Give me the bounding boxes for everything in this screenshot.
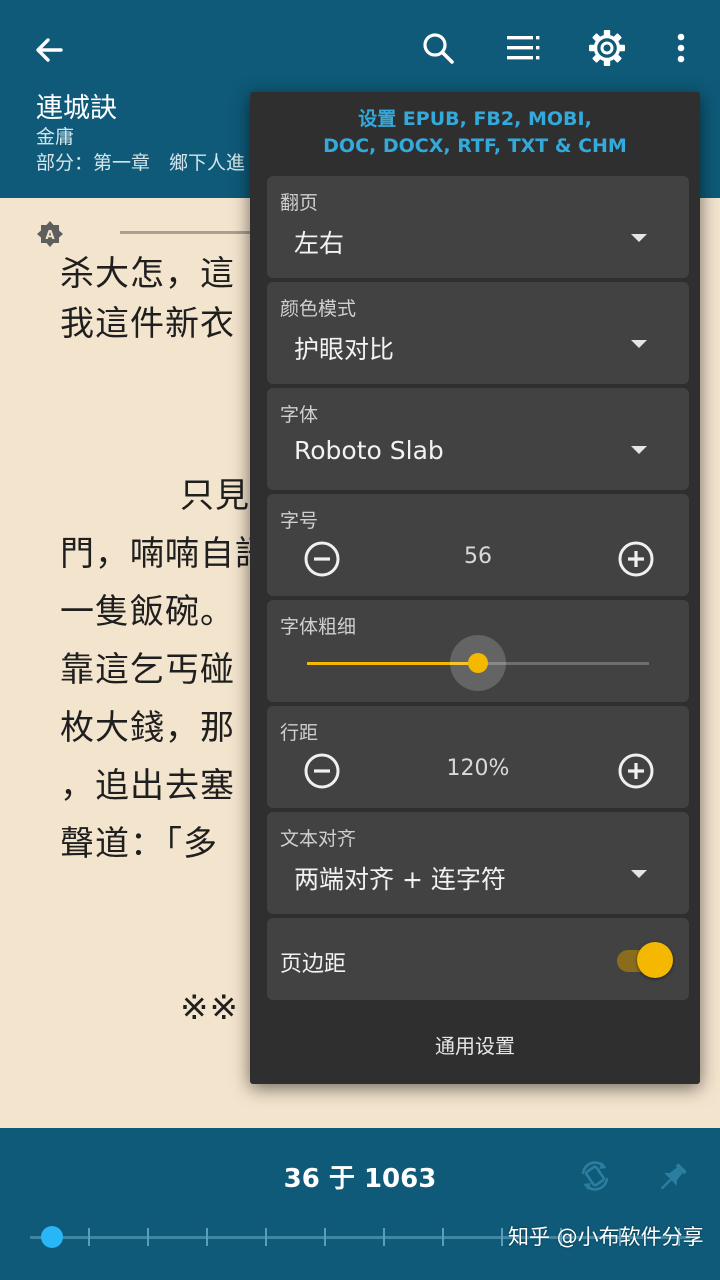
dropdown-arrow-icon <box>631 870 647 878</box>
color-mode-label: 颜色模式 <box>280 298 357 320</box>
line-spacing-setting: 行距 120% <box>267 706 689 808</box>
gear-icon[interactable] <box>583 24 631 72</box>
increase-line-spacing-button[interactable] <box>617 752 655 790</box>
settings-header-line: DOC, DOCX, RTF, TXT & CHM <box>323 135 627 157</box>
font-size-setting: 字号 56 <box>267 494 689 596</box>
settings-header: 设置 EPUB, FB2, MOBI, DOC, DOCX, RTF, TXT … <box>250 106 700 160</box>
text-align-label: 文本对齐 <box>280 828 357 850</box>
bottom-bar: 36 于 1063 知乎 @小布软件分享 <box>0 1128 720 1280</box>
table-of-contents-icon[interactable] <box>499 24 547 72</box>
book-author: 金庸 <box>36 126 75 148</box>
progress-tick <box>147 1228 149 1246</box>
font-size-label: 字号 <box>280 510 319 532</box>
general-settings-button[interactable]: 通用设置 <box>250 1030 700 1059</box>
svg-text:A: A <box>45 228 55 242</box>
font-weight-label: 字体粗细 <box>280 616 357 638</box>
increase-font-size-button[interactable] <box>617 540 655 578</box>
font-setting[interactable]: 字体 Roboto Slab <box>267 388 689 490</box>
text-align-setting[interactable]: 文本对齐 两端对齐 + 连字符 <box>267 812 689 914</box>
progress-tick <box>324 1228 326 1246</box>
color-mode-setting[interactable]: 颜色模式 护眼对比 <box>267 282 689 384</box>
font-label: 字体 <box>280 404 319 426</box>
text-line: 聲道：「多 <box>60 824 218 864</box>
text-align-value: 两端对齐 + 连字符 <box>294 865 506 894</box>
progress-tick <box>501 1228 503 1246</box>
rotate-screen-icon[interactable] <box>571 1152 619 1200</box>
text-line: 我這件新衣 <box>60 304 235 344</box>
text-line: 一隻飯碗。 <box>60 592 235 632</box>
settings-header-line: 设置 EPUB, FB2, MOBI, <box>358 108 592 130</box>
dropdown-arrow-icon <box>631 340 647 348</box>
text-line: ，追出去塞 <box>60 766 235 806</box>
pin-icon[interactable] <box>648 1154 696 1202</box>
back-arrow-icon[interactable] <box>25 26 73 74</box>
font-weight-setting: 字体粗细 <box>267 600 689 702</box>
margins-toggle-knob[interactable] <box>637 942 673 978</box>
auto-brightness-icon[interactable]: A <box>36 220 64 248</box>
margins-setting[interactable]: 页边距 <box>267 918 689 1000</box>
progress-tick <box>442 1228 444 1246</box>
text-line: 枚大錢，那 <box>60 708 235 748</box>
watermark: 知乎 @小布软件分享 <box>508 1225 704 1249</box>
text-line: 門，喃喃自語 <box>60 534 270 574</box>
progress-tick <box>265 1228 267 1246</box>
page-turn-value: 左右 <box>294 229 345 258</box>
settings-popup: 设置 EPUB, FB2, MOBI, DOC, DOCX, RTF, TXT … <box>250 92 700 1084</box>
text-line: 只見 <box>180 476 250 516</box>
progress-thumb[interactable] <box>41 1226 64 1248</box>
book-title: 連城訣 <box>36 93 117 124</box>
font-weight-slider-thumb[interactable] <box>468 653 488 673</box>
chapter-title: 部分：第一章 鄉下人進 <box>36 152 246 174</box>
dropdown-arrow-icon <box>631 234 647 242</box>
page-turn-setting[interactable]: 翻页 左右 <box>267 176 689 278</box>
progress-tick <box>206 1228 208 1246</box>
text-line: 杀大怎，這 <box>60 254 235 294</box>
progress-tick <box>88 1228 90 1246</box>
text-line: ※※ <box>180 988 239 1028</box>
search-icon[interactable] <box>414 24 462 72</box>
overflow-menu-icon[interactable] <box>657 24 705 72</box>
brightness-slider[interactable] <box>120 231 260 234</box>
margins-label: 页边距 <box>280 952 347 977</box>
dropdown-arrow-icon <box>631 446 647 454</box>
line-spacing-label: 行距 <box>280 722 319 744</box>
progress-tick <box>383 1228 385 1246</box>
page-turn-label: 翻页 <box>280 192 319 214</box>
font-value: Roboto Slab <box>294 436 444 465</box>
text-line: 靠這乞丐碰 <box>60 650 235 690</box>
color-mode-value: 护眼对比 <box>294 335 395 364</box>
